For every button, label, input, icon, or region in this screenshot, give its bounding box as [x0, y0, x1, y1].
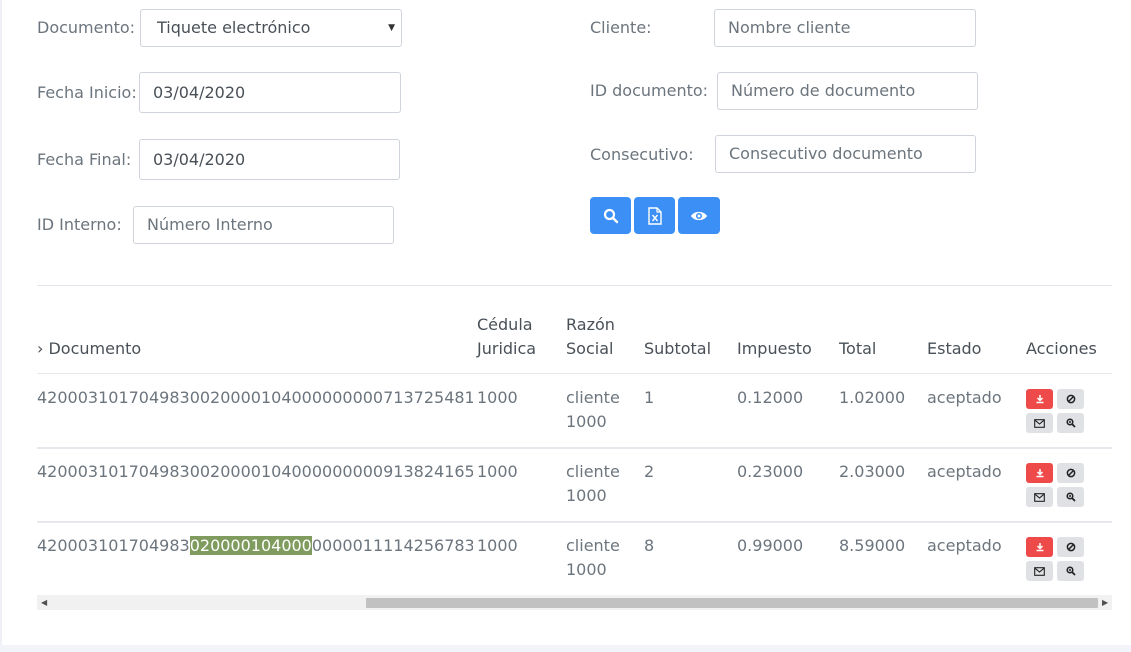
header-divider [37, 373, 1112, 374]
header-documento[interactable]: › Documento [37, 337, 141, 361]
search-icon [603, 208, 618, 223]
search-highlight: 020000104000 [189, 536, 312, 555]
cancel-button[interactable] [1057, 537, 1084, 557]
id-interno-input[interactable]: Número Interno [133, 206, 394, 244]
chevron-down-icon: ▼ [388, 23, 395, 33]
cell-impuesto: 0.12000 [737, 388, 804, 407]
cell-razon-1: cliente [566, 462, 620, 481]
header-subtotal[interactable]: Subtotal [644, 337, 711, 361]
header-acciones: Acciones [1026, 339, 1097, 358]
search-button[interactable] [590, 197, 631, 234]
zoom-icon [1065, 418, 1076, 428]
id-documento-label: ID documento: [590, 81, 709, 100]
cell-total: 1.02000 [839, 388, 906, 407]
cell-subtotal: 2 [644, 462, 655, 481]
email-button[interactable] [1026, 413, 1053, 433]
zoom-button[interactable] [1057, 413, 1084, 433]
id-documento-input[interactable]: Número de documento [717, 72, 978, 110]
download-button[interactable] [1026, 389, 1053, 409]
documento-select-value: Tiquete electrónico [157, 18, 311, 37]
cancel-icon [1066, 394, 1075, 404]
cell-razon-2: 1000 [566, 560, 607, 579]
header-cedula-1[interactable]: Cédula [477, 313, 533, 337]
download-icon [1036, 469, 1043, 478]
cliente-label: Cliente: [590, 18, 652, 37]
cell-impuesto: 0.23000 [737, 462, 804, 481]
eye-icon [691, 211, 707, 220]
email-icon [1034, 418, 1045, 428]
download-icon [1036, 543, 1043, 552]
fecha-inicio-label: Fecha Inicio: [37, 83, 137, 102]
consecutivo-input[interactable]: Consecutivo documento [715, 135, 976, 173]
header-total[interactable]: Total [839, 337, 876, 361]
row-divider [37, 521, 1112, 523]
cell-razon-2: 1000 [566, 486, 607, 505]
header-razon-1[interactable]: Razón [566, 313, 615, 337]
excel-file-icon [647, 206, 662, 225]
cell-documento: 4200031017049830200001040000000011114256… [37, 534, 473, 558]
email-icon [1034, 566, 1045, 576]
download-button[interactable] [1026, 537, 1053, 557]
cell-cedula: 1000 [477, 388, 518, 407]
zoom-icon [1065, 566, 1076, 576]
cancel-icon [1066, 542, 1075, 552]
cell-estado: aceptado [927, 536, 1002, 555]
cell-documento: 4200031017049830020000104000000000913824… [37, 462, 473, 481]
email-button[interactable] [1026, 487, 1053, 507]
export-excel-button[interactable] [634, 197, 675, 234]
cell-razon-1: cliente [566, 388, 620, 407]
cancel-icon [1066, 468, 1075, 478]
consecutivo-label: Consecutivo: [590, 145, 694, 164]
documento-label: Documento: [37, 18, 136, 37]
cell-total: 8.59000 [839, 536, 906, 555]
documento-prefix: 420003101704983 [37, 536, 190, 555]
documento-select[interactable]: Tiquete electrónico ▼ [140, 9, 402, 47]
view-button[interactable] [678, 197, 720, 234]
download-button[interactable] [1026, 463, 1053, 483]
cell-impuesto: 0.99000 [737, 536, 804, 555]
cell-subtotal: 1 [644, 388, 655, 407]
scroll-right-icon[interactable]: ▶ [1102, 598, 1108, 607]
row-divider [37, 447, 1112, 449]
fecha-inicio-input[interactable]: 03/04/2020 [139, 72, 401, 113]
header-impuesto[interactable]: Impuesto [737, 337, 812, 361]
cell-cedula: 1000 [477, 462, 518, 481]
cell-razon-1: cliente [566, 536, 620, 555]
email-icon [1034, 492, 1045, 502]
download-icon [1036, 395, 1043, 404]
cliente-input[interactable]: Nombre cliente [714, 9, 976, 47]
fecha-final-input[interactable]: 03/04/2020 [139, 139, 400, 180]
cell-estado: aceptado [927, 388, 1002, 407]
header-razon-2[interactable]: Social [566, 337, 613, 361]
scroll-left-icon[interactable]: ◀ [41, 598, 47, 607]
cell-subtotal: 8 [644, 536, 655, 555]
fecha-final-label: Fecha Final: [37, 150, 132, 169]
id-interno-label: ID Interno: [37, 215, 122, 234]
zoom-button[interactable] [1057, 487, 1084, 507]
header-estado[interactable]: Estado [927, 337, 981, 361]
cell-estado: aceptado [927, 462, 1002, 481]
section-divider [37, 285, 1112, 286]
email-button[interactable] [1026, 561, 1053, 581]
cell-documento: 4200031017049830020000104000000000713725… [37, 388, 473, 407]
documento-suffix: 0000011114256783 [311, 536, 473, 555]
cell-razon-2: 1000 [566, 412, 607, 431]
scrollbar-thumb[interactable] [366, 598, 1098, 608]
zoom-button[interactable] [1057, 561, 1084, 581]
zoom-icon [1065, 492, 1076, 502]
cancel-button[interactable] [1057, 463, 1084, 483]
cancel-button[interactable] [1057, 389, 1084, 409]
cell-total: 2.03000 [839, 462, 906, 481]
cell-cedula: 1000 [477, 536, 518, 555]
header-cedula-2[interactable]: Juridica [477, 337, 536, 361]
